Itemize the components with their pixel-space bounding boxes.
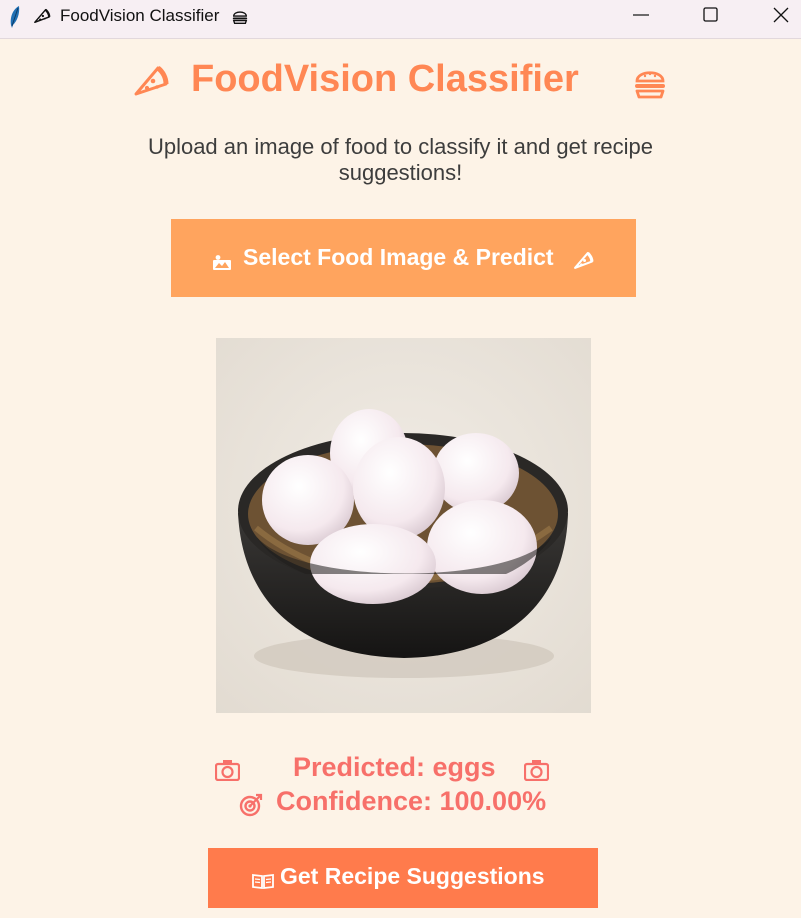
confidence-result: Confidence: 100.00% [0, 786, 801, 818]
app-header: FoodVision Classifier [0, 58, 801, 102]
minimize-button[interactable] [618, 0, 664, 32]
close-icon [773, 7, 789, 23]
picture-icon [213, 255, 231, 270]
minimize-icon [633, 14, 649, 16]
recipe-button-label: Get Recipe Suggestions [280, 863, 545, 889]
pizza-icon [134, 66, 169, 96]
get-recipe-button[interactable]: Get Recipe Suggestions [208, 848, 598, 908]
burger-icon [635, 71, 665, 99]
maximize-button[interactable] [688, 0, 734, 32]
food-plate-icon [215, 760, 240, 781]
feather-icon [10, 6, 20, 28]
select-button-label: Select Food Image & Predict [243, 244, 554, 270]
close-button[interactable] [758, 0, 801, 32]
food-image-preview [216, 338, 591, 713]
window-titlebar: FoodVision Classifier [0, 0, 801, 39]
maximize-icon [703, 7, 718, 22]
page-title: FoodVision Classifier [191, 58, 579, 100]
confidence-text: Confidence: 100.00% [276, 786, 547, 816]
pizza-icon [574, 252, 594, 269]
book-icon [252, 873, 274, 889]
food-plate-icon [524, 760, 549, 781]
subtitle: Upload an image of food to classify it a… [147, 134, 654, 185]
select-image-button[interactable]: Select Food Image & Predict [171, 219, 636, 297]
window-title: FoodVision Classifier [60, 6, 220, 25]
burger-icon [232, 11, 248, 24]
prediction-result: Predicted: eggs [0, 752, 801, 784]
prediction-text: Predicted: eggs [293, 752, 496, 782]
target-icon [239, 793, 263, 817]
pizza-icon [34, 8, 51, 24]
